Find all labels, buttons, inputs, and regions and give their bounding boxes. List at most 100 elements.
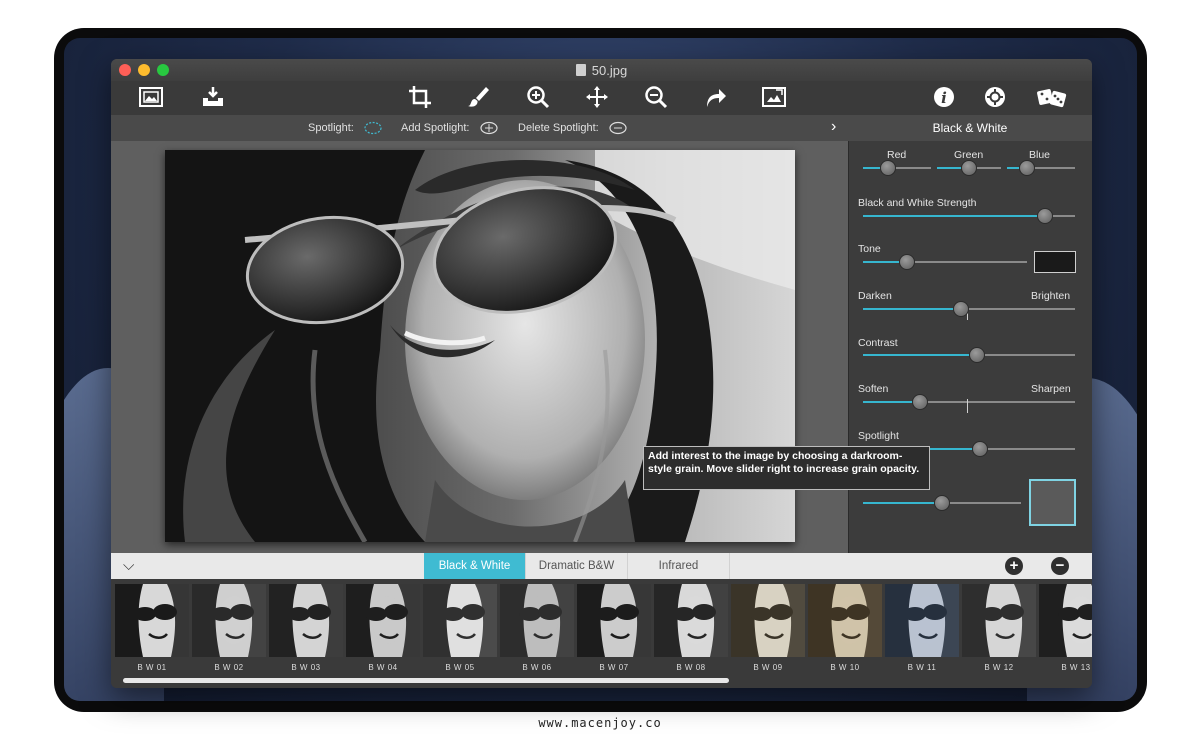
redo-icon[interactable] [701,84,729,112]
tone-color-swatch[interactable] [1034,251,1076,273]
preset-thumbnail[interactable] [346,584,420,657]
delete-spotlight-control[interactable]: Delete Spotlight: [518,121,628,135]
strength-slider[interactable] [863,208,1075,224]
preset-thumbnail[interactable] [577,584,651,657]
info-icon[interactable]: i [930,84,958,112]
image-canvas[interactable] [111,141,848,553]
strength-label: Black and White Strength [858,197,977,209]
plus-icon[interactable]: + [1005,557,1023,575]
darken-brighten-slider[interactable] [863,301,1075,320]
grain-preview-swatch[interactable] [1029,479,1076,526]
app-window: 50.jpg i Spotlight: Add Spotlight: Delet… [111,59,1092,688]
preset-thumbnail[interactable] [115,584,189,657]
tone-label: Tone [858,243,881,255]
watermark-url: www.macenjoy.co [538,716,662,730]
green-slider-knob[interactable] [961,160,977,176]
tab-dramatic-bw[interactable]: Dramatic B&W [526,553,628,579]
preset-thumbnail[interactable] [1039,584,1092,657]
thumbnail-image [731,584,805,657]
blue-slider[interactable] [1007,160,1075,176]
minus-icon[interactable]: − [1051,557,1069,575]
chevron-down-icon[interactable]: ⌵ [123,557,134,574]
thumbnail-image [962,584,1036,657]
soften-sharpen-knob[interactable] [912,394,929,410]
add-spotlight-label: Add Spotlight: [401,121,470,134]
zoom-out-icon[interactable] [642,84,670,112]
spotlight-slider-knob[interactable] [971,441,988,457]
tone-slider[interactable] [863,254,1027,270]
image-icon[interactable] [137,84,165,112]
darken-brighten-knob[interactable] [952,301,969,317]
preset-thumbnail[interactable] [731,584,805,657]
spotlight-ellipse-icon[interactable] [363,121,383,135]
thumbnail-image [269,584,343,657]
thumbnail-image [577,584,651,657]
contrast-slider-knob[interactable] [969,347,986,363]
preset-thumbnail[interactable] [269,584,343,657]
crop-icon[interactable] [406,84,434,112]
dice-icon[interactable] [1035,84,1069,112]
red-slider[interactable] [863,160,931,176]
preset-thumbnail[interactable] [654,584,728,657]
grain-slider[interactable] [863,495,1021,511]
preset-thumbnail[interactable] [500,584,574,657]
preset-thumbnail-label: B W 09 [753,663,783,672]
preset-thumbnail[interactable] [962,584,1036,657]
green-slider[interactable] [937,160,1001,176]
blue-slider-knob[interactable] [1019,160,1036,176]
window-title-text: 50.jpg [591,63,628,78]
add-spotlight-icon[interactable] [479,121,499,135]
title-bar: 50.jpg [111,59,1092,81]
strength-slider-knob[interactable] [1037,208,1054,224]
contrast-label: Contrast [858,337,898,349]
chevron-right-icon[interactable]: › [831,118,836,136]
preset-thumbnail-label: B W 07 [599,663,629,672]
tab-black-white[interactable]: Black & White [424,553,526,579]
preset-thumbnail[interactable] [808,584,882,657]
add-spotlight-control[interactable]: Add Spotlight: [401,121,499,135]
thumbnail-image [423,584,497,657]
settings-icon[interactable] [981,84,1009,112]
brush-icon[interactable] [465,84,493,112]
preset-thumbnail-label: B W 11 [907,663,937,672]
delete-spotlight-label: Delete Spotlight: [518,121,599,134]
move-icon[interactable] [583,84,611,112]
tone-slider-knob[interactable] [899,254,916,270]
fit-icon[interactable] [760,84,788,112]
red-label: Red [887,149,907,161]
brighten-label: Brighten [1031,290,1071,302]
zoom-in-icon[interactable] [524,84,552,112]
thumbnail-image [808,584,882,657]
spotlight-control[interactable]: Spotlight: [308,121,383,135]
grain-tooltip: Add interest to the image by choosing a … [643,446,930,490]
darken-label: Darken [858,290,892,302]
horizontal-scrollbar[interactable] [123,678,729,683]
thumbnail-image [192,584,266,657]
contrast-slider[interactable] [863,347,1075,363]
preset-thumbnail-label: B W 02 [214,663,244,672]
thumbnail-image [346,584,420,657]
spotlight-label: Spotlight: [308,121,354,134]
soften-sharpen-slider[interactable] [863,394,1075,413]
thumbnail-image [115,584,189,657]
preset-thumbnail-label: B W 04 [368,663,398,672]
preset-thumbnail[interactable] [423,584,497,657]
preset-thumbnail[interactable] [885,584,959,657]
center-tick [967,399,968,413]
thumbnail-image [885,584,959,657]
panel-title: Black & White [848,115,1092,141]
file-icon [575,64,586,76]
delete-spotlight-icon[interactable] [608,121,628,135]
tab-infrared[interactable]: Infrared [628,553,730,579]
filter-category-bar: ⌵ Black & White Dramatic B&W Infrared + … [111,553,1092,579]
grain-slider-knob[interactable] [934,495,950,511]
preset-thumbnail-label: B W 03 [291,663,321,672]
thumbnail-image [1039,584,1092,657]
preset-thumbnail-label: B W 13 [1061,663,1091,672]
download-icon[interactable] [199,84,227,112]
red-slider-knob[interactable] [880,160,897,176]
preset-thumbnail-label: B W 12 [984,663,1014,672]
preset-thumbnail[interactable] [192,584,266,657]
preset-thumbnail-label: B W 10 [830,663,860,672]
spotlight-bar: Spotlight: Add Spotlight: Delete Spotlig… [111,115,848,141]
